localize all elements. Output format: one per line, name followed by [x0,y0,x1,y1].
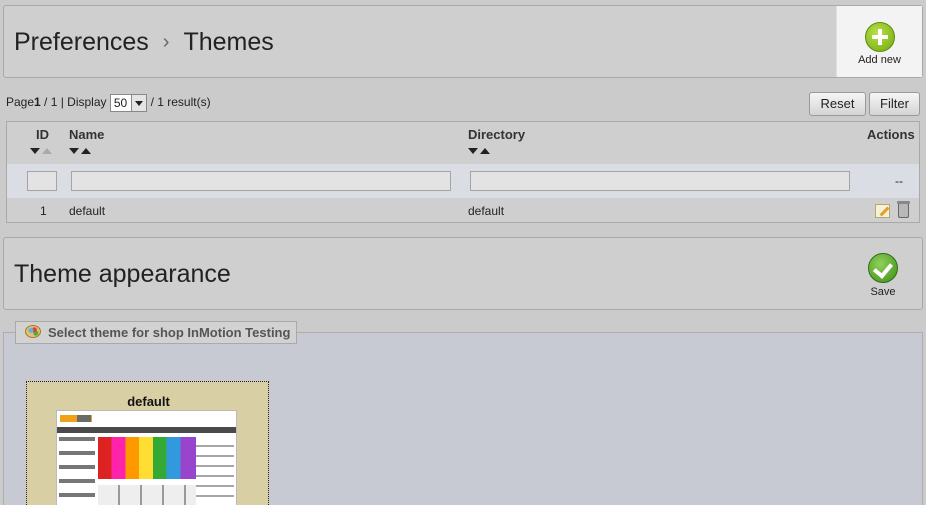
sort-directory [468,148,490,156]
column-header-directory: Directory [468,127,526,142]
add-icon [864,22,895,52]
sort-desc-icon[interactable] [30,148,40,154]
actions-filter-placeholder: -- [895,174,903,188]
directory-filter-input[interactable] [470,171,850,191]
preview-nav [57,427,236,433]
breadcrumb-separator-icon: › [162,31,170,53]
sort-id [30,148,52,156]
delete-icon[interactable] [897,201,910,218]
sort-asc-icon[interactable] [81,148,91,154]
page-title: Themes [183,28,274,56]
filter-row: -- [7,164,919,198]
chevron-down-icon[interactable] [131,95,147,111]
theme-name: default [127,394,170,409]
cell-id: 1 [40,204,47,218]
sort-asc-icon[interactable] [480,148,490,154]
breadcrumb: Preferences › Themes [14,28,274,57]
per-page-select[interactable]: 50 [109,94,148,112]
edit-icon[interactable] [875,204,890,218]
save-button[interactable]: Save [865,253,901,298]
sort-name [69,148,91,156]
filter-button[interactable]: Filter [869,92,920,116]
checkmark-icon [868,253,898,283]
pagination-text: / 1 | Display [40,95,107,110]
column-header-actions: Actions [867,127,915,142]
column-header-id: ID [36,127,49,142]
id-filter-input[interactable] [27,171,57,191]
page-header: Preferences › Themes Add new [3,5,923,78]
palette-icon [25,325,41,338]
results-count: / 1 result(s) [150,95,211,110]
cell-name: default [69,204,106,218]
themes-table: ID Name Directory Actions -- 1 default d… [6,121,920,223]
legend-text: Select theme for shop InMotion Testing [48,325,291,340]
add-new-button[interactable]: Add new [836,6,922,77]
column-header-name: Name [69,127,105,142]
save-label: Save [870,286,896,298]
breadcrumb-parent[interactable]: Preferences [14,28,149,56]
reset-button[interactable]: Reset [809,92,866,116]
theme-preview-image[interactable] [56,410,237,505]
page-label: Page [6,95,35,110]
sort-desc-icon[interactable] [69,148,79,154]
sort-asc-icon[interactable] [42,148,52,154]
preview-right-column [196,437,234,505]
sort-desc-icon[interactable] [468,148,478,154]
preview-logo-accent [77,415,91,422]
theme-select-legend: Select theme for shop InMotion Testing [15,321,298,344]
add-new-label: Add new [858,54,901,66]
table-row[interactable]: 1 default default [7,200,919,222]
pagination: Page1 / 1 | Display 50 / 1 result(s) [6,94,211,112]
preview-products [98,485,196,505]
theme-option-default[interactable]: default [26,381,269,505]
appearance-header: Theme appearance Save [3,237,923,310]
preview-sidebar [59,437,95,505]
name-filter-input[interactable] [71,171,451,191]
cell-directory: default [468,204,505,218]
current-page: 1 [34,95,41,110]
per-page-value: 50 [113,96,128,110]
appearance-title: Theme appearance [14,260,231,288]
preview-banner [98,437,196,479]
